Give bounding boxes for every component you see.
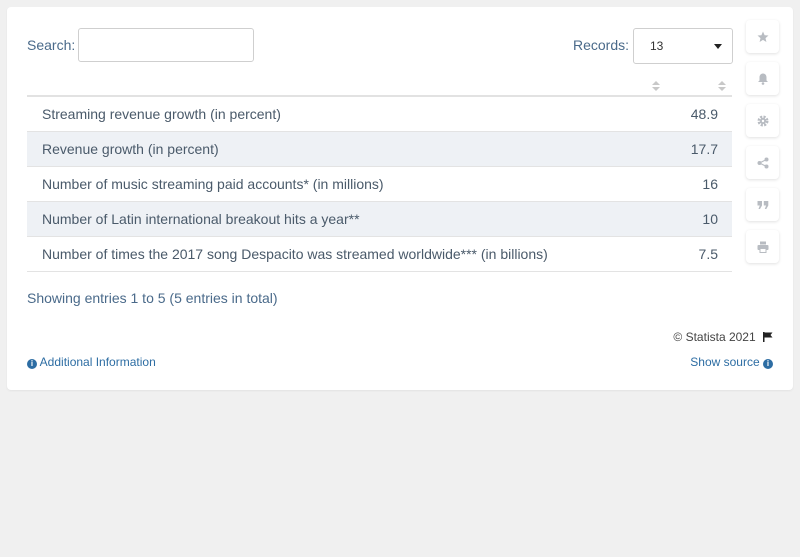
table-row: Revenue growth (in percent) 17.7 (27, 132, 732, 167)
search-input[interactable] (78, 28, 254, 62)
show-source-link[interactable]: Show source i (690, 355, 773, 369)
statistic-card: Search: Records: 13 Streaming revenue gr… (7, 7, 793, 390)
row-value: 17.7 (690, 141, 718, 157)
quote-icon (757, 200, 768, 209)
print-icon (757, 241, 768, 253)
additional-information-label: Additional Information (39, 355, 156, 369)
table-row: Number of times the 2017 song Despacito … (27, 237, 732, 272)
info-icon: i (27, 359, 37, 369)
share-button[interactable] (746, 146, 779, 179)
bell-icon (757, 73, 768, 85)
row-label: Number of music streaming paid accounts*… (42, 176, 384, 192)
row-value: 48.9 (690, 106, 718, 122)
copyright-notice: © Statista 2021 (673, 330, 773, 344)
row-label: Streaming revenue growth (in percent) (42, 106, 281, 122)
table-row: Streaming revenue growth (in percent) 48… (27, 97, 732, 132)
cite-button[interactable] (746, 188, 779, 221)
records-label: Records: (573, 37, 630, 53)
notification-button[interactable] (746, 62, 779, 95)
table-row: Number of Latin international breakout h… (27, 202, 732, 237)
row-value: 7.5 (698, 246, 718, 262)
row-label: Number of Latin international breakout h… (42, 211, 360, 227)
info-icon: i (763, 359, 773, 369)
share-icon (757, 157, 768, 168)
star-icon (757, 31, 768, 42)
row-value: 10 (702, 211, 718, 227)
search-label: Search: (27, 37, 76, 53)
row-value: 16 (702, 176, 718, 192)
show-source-label: Show source (690, 355, 760, 369)
flag-icon[interactable] (763, 332, 773, 342)
row-label: Revenue growth (in percent) (42, 141, 219, 157)
data-table: Streaming revenue growth (in percent) 48… (27, 97, 732, 272)
copyright-text: © Statista 2021 (673, 330, 756, 344)
sort-label-column-icon[interactable] (652, 81, 660, 93)
print-button[interactable] (746, 230, 779, 263)
caret-down-icon (714, 44, 722, 49)
records-selected-value: 13 (650, 39, 664, 53)
entries-summary: Showing entries 1 to 5 (5 entries in tot… (27, 290, 278, 306)
favorite-button[interactable] (746, 20, 779, 53)
table-row: Number of music streaming paid accounts*… (27, 167, 732, 202)
records-select[interactable]: 13 (633, 28, 733, 64)
settings-button[interactable] (746, 104, 779, 137)
sort-value-column-icon[interactable] (718, 81, 726, 93)
additional-information-link[interactable]: i Additional Information (27, 355, 156, 369)
gear-icon (757, 115, 768, 126)
row-label: Number of times the 2017 song Despacito … (42, 246, 548, 262)
